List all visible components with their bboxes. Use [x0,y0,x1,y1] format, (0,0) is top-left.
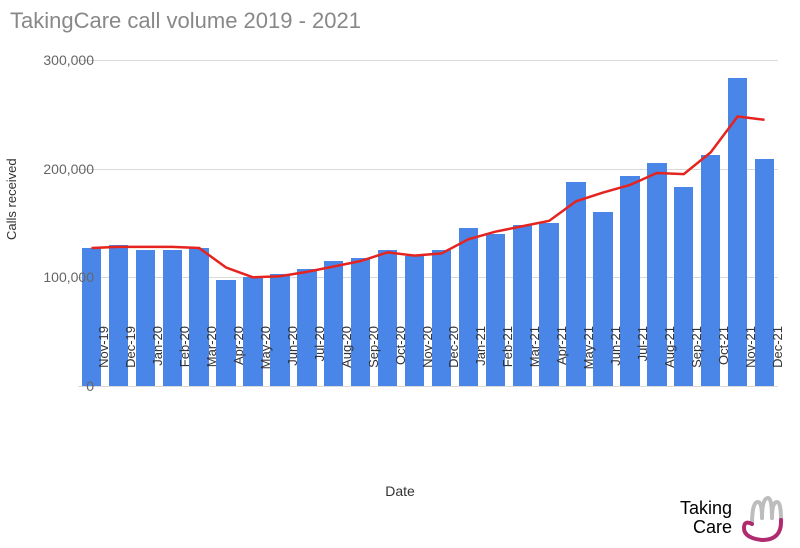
brand-text: Taking Care [680,499,732,537]
y-tick-label: 300,000 [34,52,94,68]
x-tick-label: Jan-20 [150,326,165,396]
trend-line [91,117,764,278]
x-tick-label: Nov-19 [96,326,111,396]
x-tick-label: Nov-20 [420,326,435,396]
x-tick-label: Feb-21 [500,326,515,396]
x-tick-label: Jul-21 [635,326,650,396]
x-tick-label: Oct-21 [716,326,731,396]
y-axis-label: Calls received [4,158,19,240]
x-tick-label: Dec-21 [770,326,785,396]
x-tick-label: Sep-21 [689,326,704,396]
y-tick-label: 0 [34,378,94,394]
x-tick-label: Aug-21 [662,326,677,396]
x-tick-label: Mar-20 [204,326,219,396]
x-tick-label: Jun-21 [608,326,623,396]
x-tick-label: Sep-20 [366,326,381,396]
x-tick-label: Jun-20 [285,326,300,396]
x-tick-label: Apr-20 [231,326,246,396]
x-tick-label: Dec-19 [123,326,138,396]
x-tick-label: Jan-21 [473,326,488,396]
brand-logo: Taking Care [680,494,788,542]
hand-icon [740,494,788,542]
x-tick-label: Jul-20 [312,326,327,396]
chart-title: TakingCare call volume 2019 - 2021 [10,8,361,34]
x-tick-label: Feb-20 [177,326,192,396]
brand-line2: Care [680,518,732,537]
y-tick-label: 200,000 [34,161,94,177]
y-tick-label: 100,000 [34,269,94,285]
x-tick-label: Oct-20 [393,326,408,396]
x-tick-label: Mar-21 [527,326,542,396]
x-tick-label: Dec-20 [446,326,461,396]
chart-container: TakingCare call volume 2019 - 2021 Calls… [0,0,800,548]
brand-line1: Taking [680,499,732,518]
x-tick-label: Aug-20 [339,326,354,396]
x-tick-label: May-21 [581,326,596,396]
x-tick-label: May-20 [258,326,273,396]
x-tick-label: Nov-21 [743,326,758,396]
x-tick-label: Apr-21 [554,326,569,396]
